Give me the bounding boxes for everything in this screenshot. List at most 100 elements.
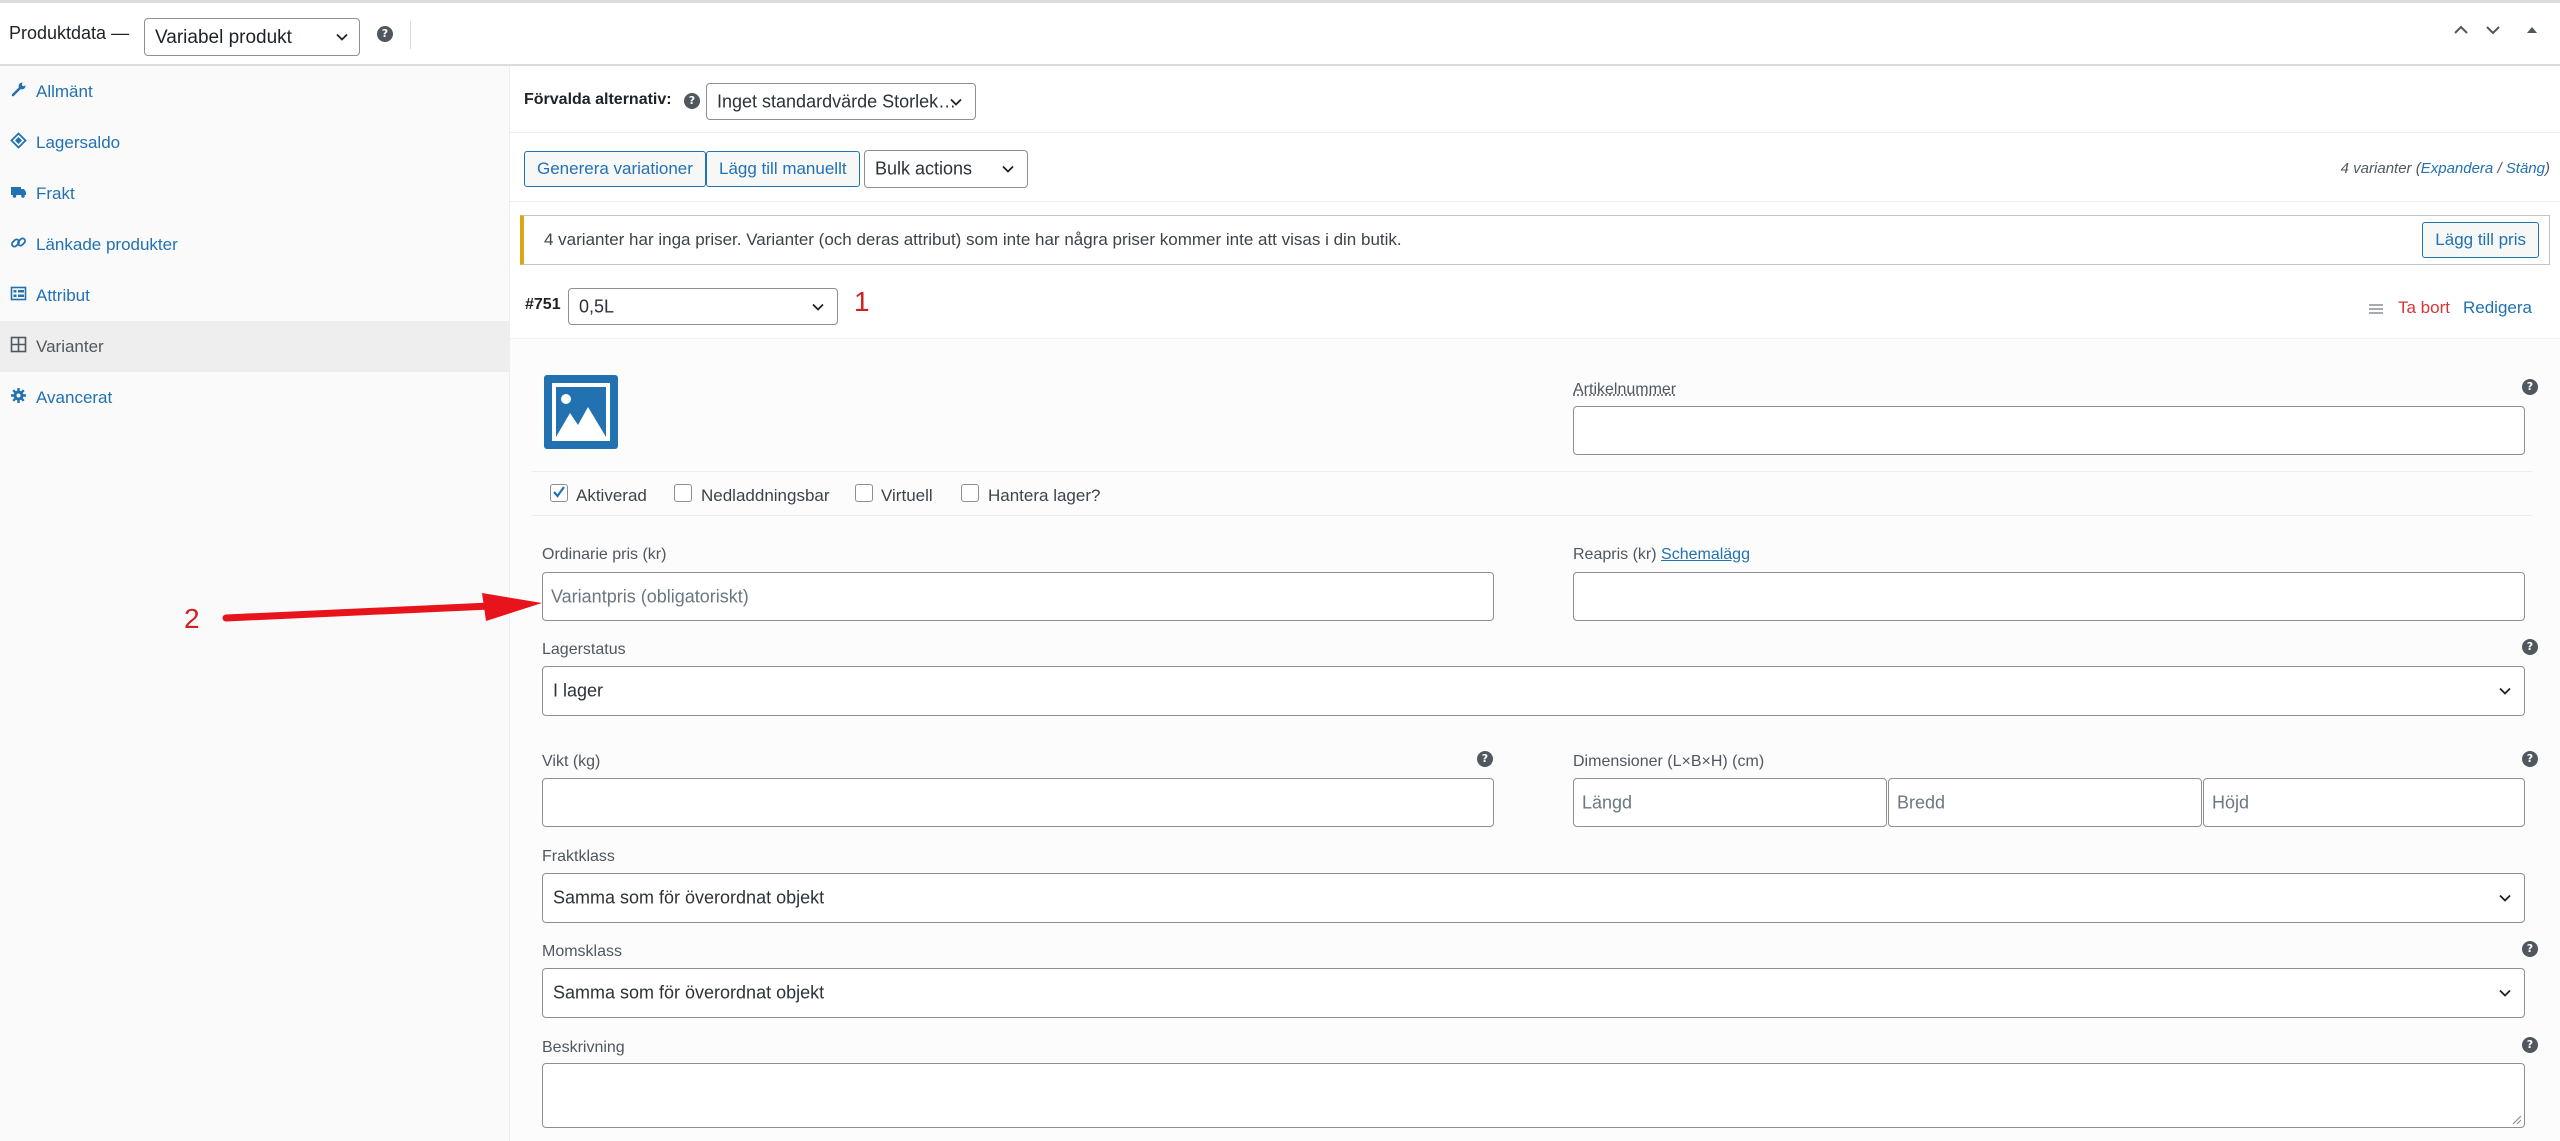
tag-icon <box>10 132 27 149</box>
divider <box>532 515 2532 516</box>
shipping-class-value: Samma som för överordnat objekt <box>553 887 825 908</box>
regular-price-label: Ordinarie pris (kr) <box>542 546 667 563</box>
bulk-actions-select[interactable]: Bulk actions <box>864 150 1028 188</box>
move-up-icon[interactable] <box>2452 21 2470 39</box>
collapse-toggle-icon[interactable] <box>2526 24 2538 36</box>
truck-icon <box>11 187 26 198</box>
schedule-link[interactable]: Schemalägg <box>1661 546 1750 563</box>
stock-status-label: Lagerstatus <box>542 641 626 658</box>
product-data-title: Produktdata — <box>9 23 130 43</box>
chevron-down-icon <box>2499 687 2511 695</box>
move-down-icon[interactable] <box>2484 21 2502 39</box>
virtual-checkbox[interactable] <box>855 484 873 502</box>
enabled-label: Aktiverad <box>576 486 647 505</box>
list-icon <box>10 286 27 301</box>
chevron-down-icon <box>2499 989 2511 997</box>
tab-advanced[interactable]: Avancerat <box>0 372 510 423</box>
link-icon <box>11 237 26 248</box>
help-icon[interactable]: ? <box>2522 379 2538 395</box>
weight-input[interactable] <box>542 778 1494 827</box>
variation-id: #751 <box>525 296 561 313</box>
header-divider <box>410 21 411 49</box>
generate-variations-button[interactable]: Generera variationer <box>524 151 706 187</box>
help-icon[interactable]: ? <box>1477 751 1493 767</box>
chevron-down-icon <box>2499 894 2511 902</box>
divider <box>532 471 2532 472</box>
add-manually-button[interactable]: Lägg till manuellt <box>706 151 860 187</box>
divider <box>510 132 2560 133</box>
notice-text: 4 varianter har inga priser. Varianter (… <box>544 230 1402 249</box>
weight-label: Vikt (kg) <box>542 753 601 770</box>
tax-class-label: Momsklass <box>542 943 623 960</box>
downloadable-label: Nedladdningsbar <box>701 486 830 505</box>
variation-attribute-select[interactable]: 0,5L <box>568 288 838 325</box>
tab-linked-products[interactable]: Länkade produkter <box>0 219 510 270</box>
sale-price-label: Reapris (kr) Schemalägg <box>1573 546 1750 564</box>
default-attributes-label: Förvalda alternativ: <box>524 91 672 108</box>
width-placeholder: Bredd <box>1897 792 1946 812</box>
annotation-marker-2: 2 <box>184 603 200 634</box>
height-placeholder: Höjd <box>2212 792 2250 812</box>
length-input[interactable]: Längd <box>1573 778 1887 827</box>
length-placeholder: Längd <box>1582 792 1633 812</box>
tax-class-select[interactable]: Samma som för överordnat objekt <box>542 968 2525 1018</box>
remove-variation-link[interactable]: Ta bort <box>2398 298 2450 318</box>
shipping-class-label: Fraktklass <box>542 848 615 865</box>
help-icon[interactable]: ? <box>2522 941 2538 957</box>
variation-image-placeholder-icon[interactable] <box>544 375 618 449</box>
help-icon[interactable]: ? <box>2522 751 2538 767</box>
variation-attribute-value: 0,5L <box>579 296 615 316</box>
sale-price-input[interactable] <box>1573 572 2525 621</box>
help-icon[interactable]: ? <box>684 93 700 109</box>
tab-inventory[interactable]: Lagersaldo <box>0 117 510 168</box>
product-type-value: Variabel produkt <box>155 27 292 48</box>
missing-prices-notice: 4 varianter har inga priser. Varianter (… <box>520 215 2550 265</box>
expand-link[interactable]: Expandera <box>2421 160 2494 177</box>
sku-input[interactable] <box>1573 406 2525 455</box>
sale-price-label-text: Reapris (kr) <box>1573 546 1657 563</box>
shipping-class-select[interactable]: Samma som för överordnat objekt <box>542 873 2525 923</box>
tab-shipping-label: Frakt <box>36 184 75 203</box>
close-link[interactable]: Stäng <box>2506 160 2545 177</box>
grid-icon <box>10 336 27 353</box>
add-price-button[interactable]: Lägg till pris <box>2422 222 2539 258</box>
tab-attributes[interactable]: Attribut <box>0 270 510 321</box>
virtual-label: Virtuell <box>881 486 933 505</box>
stock-status-value: I lager <box>553 680 604 701</box>
drag-handle-icon[interactable] <box>2368 302 2384 316</box>
help-icon[interactable]: ? <box>2522 1037 2538 1053</box>
checkmark-icon <box>553 486 565 498</box>
expand-close-separator: / <box>2497 160 2502 177</box>
tab-variations-label: Varianter <box>36 337 104 356</box>
tab-general-label: Allmänt <box>36 82 93 101</box>
tab-general[interactable]: Allmänt <box>0 66 510 117</box>
edit-variation-link[interactable]: Redigera <box>2463 298 2532 318</box>
regular-price-input[interactable]: Variantpris (obligatoriskt) <box>542 572 1494 621</box>
help-icon[interactable]: ? <box>2522 639 2538 655</box>
variation-body: Artikelnummer ? Aktiverad Nedladdningsba… <box>510 339 2560 1141</box>
manage-stock-checkbox[interactable] <box>961 484 979 502</box>
wrench-icon <box>11 82 26 97</box>
chevron-down-icon <box>950 98 962 106</box>
resize-handle-icon[interactable] <box>2512 1115 2522 1125</box>
description-textarea[interactable] <box>542 1063 2525 1128</box>
stock-status-select[interactable]: I lager <box>542 666 2525 716</box>
variations-panel: Förvalda alternativ: ? Inget standardvär… <box>510 66 2560 1141</box>
tab-attributes-label: Attribut <box>36 286 90 305</box>
downloadable-checkbox[interactable] <box>674 484 692 502</box>
tab-shipping[interactable]: Frakt <box>0 168 510 219</box>
width-input[interactable]: Bredd <box>1888 778 2202 827</box>
divider <box>510 201 2560 202</box>
description-label: Beskrivning <box>542 1039 625 1056</box>
product-type-select[interactable]: Variabel produkt <box>144 18 360 56</box>
tax-class-value: Samma som för överordnat objekt <box>553 982 825 1003</box>
enabled-checkbox[interactable] <box>550 484 568 502</box>
tab-variations[interactable]: Varianter <box>0 321 510 372</box>
height-input[interactable]: Höjd <box>2203 778 2525 827</box>
chevron-down-icon <box>1002 165 1014 173</box>
chevron-down-icon <box>336 33 348 41</box>
default-size-select[interactable]: Inget standardvärde Storlek… <box>706 83 976 120</box>
tab-advanced-label: Avancerat <box>36 388 113 407</box>
gear-icon <box>11 388 26 403</box>
help-icon[interactable]: ? <box>377 26 393 42</box>
